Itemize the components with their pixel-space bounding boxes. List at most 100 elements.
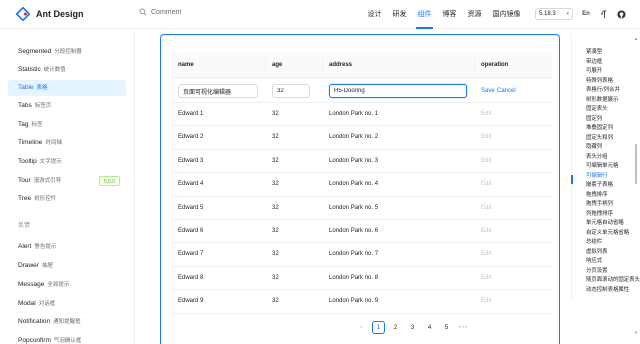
table-row: Edward 2 32 London Park no. 2 Edit	[172, 126, 552, 150]
address-field[interactable]	[329, 84, 467, 98]
scroll-up-icon[interactable]: ▲	[634, 36, 638, 41]
sidebar-item-popconfirm[interactable]: Popconfirm 气泡确认框	[8, 333, 126, 344]
scroll-down-icon[interactable]: ▼	[634, 330, 638, 335]
edit-link[interactable]: Edit	[475, 243, 491, 266]
nav-item-design[interactable]: 设计	[362, 0, 387, 29]
anchor-item[interactable]: 固定表头	[586, 105, 608, 114]
nav-item-resources[interactable]: 资源	[462, 0, 487, 29]
sidebar-item-statistic[interactable]: Statistic 统计数值	[8, 62, 126, 78]
anchor-item[interactable]: 总结栏	[586, 238, 602, 247]
anchor-item[interactable]: 堆叠固定列	[586, 124, 613, 133]
cell-name: Edward 8	[178, 274, 204, 281]
cell-age: 32	[272, 157, 279, 164]
sidebar-item-label: Tree	[18, 195, 32, 202]
edit-link[interactable]: Edit	[475, 267, 491, 290]
cell-address: London Park no. 7	[329, 251, 379, 258]
sidebar-item-sublabel: 通知提醒框	[53, 319, 81, 325]
sidebar-item-modal[interactable]: Modal 对话框	[8, 296, 126, 312]
edit-link[interactable]: Edit	[475, 103, 491, 126]
anchor-item[interactable]: 固定列	[586, 115, 602, 124]
rtl-icon	[600, 9, 606, 18]
sidebar-item-tree[interactable]: Tree 树形控件	[8, 191, 126, 207]
anchor-item[interactable]: 可编辑行	[586, 172, 608, 181]
cell-age: 32	[272, 204, 279, 211]
anchor-item[interactable]: 紧凑型	[586, 48, 602, 57]
scroll-thumb[interactable]	[635, 144, 637, 184]
page-button-2[interactable]: 2	[389, 321, 402, 334]
edit-link[interactable]: Edit	[475, 126, 491, 149]
cancel-link[interactable]: Cancel	[497, 85, 516, 97]
anchor-item[interactable]: 表格行/列合并	[586, 86, 620, 95]
nav-item-blog[interactable]: 博客	[437, 0, 462, 29]
edit-link[interactable]: Edit	[475, 290, 491, 313]
search-icon	[139, 8, 147, 16]
table-row: Edward 7 32 London Park no. 7 Edit	[172, 243, 552, 267]
nav-item-components[interactable]: 组件	[412, 0, 437, 29]
sidebar-item-label: Tour	[18, 177, 31, 184]
anchor-item[interactable]: 表头分组	[586, 153, 608, 162]
edit-link[interactable]: Edit	[475, 173, 491, 196]
sidebar-item-label: Drawer	[18, 262, 39, 269]
github-link[interactable]	[616, 9, 626, 19]
sidebar-item-notification[interactable]: Notification 通知提醒框	[8, 314, 126, 330]
logo[interactable]: Ant Design	[16, 7, 84, 21]
more-pages-button[interactable]: •••	[457, 321, 470, 334]
version-select[interactable]: 5.18.3 ▾	[535, 8, 573, 20]
sidebar-item-sublabel: 文字提示	[39, 159, 62, 165]
anchor-item[interactable]: 单元格自动省略	[586, 219, 624, 228]
sidebar-item-table[interactable]: Table 表格	[8, 80, 126, 96]
nav-item-mirror[interactable]: 国内镜像	[487, 0, 526, 29]
anchor-item[interactable]: 特殊列表格	[586, 77, 613, 86]
anchor-item[interactable]: 虚拟列表	[586, 248, 608, 257]
page-button-3[interactable]: 3	[406, 321, 419, 334]
edit-link[interactable]: Edit	[475, 150, 491, 173]
search-box[interactable]: Comment	[139, 8, 181, 16]
language-label: En	[582, 11, 590, 17]
direction-toggle[interactable]	[599, 9, 609, 19]
language-toggle[interactable]: En	[581, 9, 591, 19]
anchor-item[interactable]: 隐藏列	[586, 143, 602, 152]
anchor-item[interactable]: 固定头和列	[586, 134, 613, 143]
edit-link[interactable]: Edit	[475, 197, 491, 220]
page-button-5[interactable]: 5	[440, 321, 453, 334]
sidebar-item-drawer[interactable]: Drawer 抽屉	[8, 258, 126, 274]
anchor-item[interactable]: 随页面滚动的固定表头和滚动条	[586, 276, 640, 285]
demo-card: name age address operation Save Cancel E…	[160, 34, 560, 344]
cell-age: 32	[272, 298, 279, 305]
sidebar-item-tour[interactable]: Tour 漫游式引导 5.0.0	[8, 173, 126, 189]
edit-link[interactable]: Edit	[475, 220, 491, 243]
anchor-item[interactable]: 自定义单元格省略	[586, 229, 629, 238]
sidebar-item-tag[interactable]: Tag 标签	[8, 117, 126, 133]
name-field[interactable]	[178, 84, 258, 98]
column-header-operation: operation	[481, 62, 509, 68]
sidebar-item-tooltip[interactable]: Tooltip 文字提示	[8, 154, 126, 170]
search-input[interactable]: Comment	[151, 9, 181, 16]
sidebar-item-timeline[interactable]: Timeline 时间轴	[8, 135, 126, 151]
page-scrollbar[interactable]: ▲ ▼	[634, 36, 638, 336]
cell-address: London Park no. 1	[329, 111, 379, 117]
sidebar-item-sublabel: 抽屉	[41, 263, 53, 269]
save-link[interactable]: Save	[481, 85, 495, 97]
anchor-item[interactable]: 树形数据展示	[586, 96, 618, 105]
sidebar-item-tabs[interactable]: Tabs 标签页	[8, 98, 126, 114]
nav-item-develop[interactable]: 研发	[387, 0, 412, 29]
anchor-item[interactable]: 带边框	[586, 58, 602, 67]
anchor-item[interactable]: 嵌套子表格	[586, 181, 613, 190]
column-header-age: age	[272, 62, 283, 68]
sidebar-item-alert[interactable]: Alert 警告提示	[8, 239, 126, 255]
anchor-item[interactable]: 动态控制表格属性	[586, 286, 629, 295]
anchor-item[interactable]: 拖拽手柄列	[586, 200, 613, 209]
anchor-item[interactable]: 可编辑单元格	[586, 162, 618, 171]
sidebar-item-message[interactable]: Message 全局提示	[8, 277, 126, 293]
age-field[interactable]	[272, 84, 310, 98]
anchor-item[interactable]: 分页设置	[586, 267, 608, 276]
cell-age: 32	[272, 134, 279, 141]
anchor-item[interactable]: 可展开	[586, 67, 602, 76]
page-button-4[interactable]: 4	[423, 321, 436, 334]
anchor-item[interactable]: 列拖拽排序	[586, 210, 613, 219]
prev-page-button[interactable]: <	[355, 321, 368, 334]
sidebar-item-segmented[interactable]: Segmented 分段控制器	[8, 44, 126, 60]
anchor-item[interactable]: 拖拽排序	[586, 191, 608, 200]
anchor-item[interactable]: 响应式	[586, 257, 602, 266]
page-button-1[interactable]: 1	[372, 320, 385, 334]
